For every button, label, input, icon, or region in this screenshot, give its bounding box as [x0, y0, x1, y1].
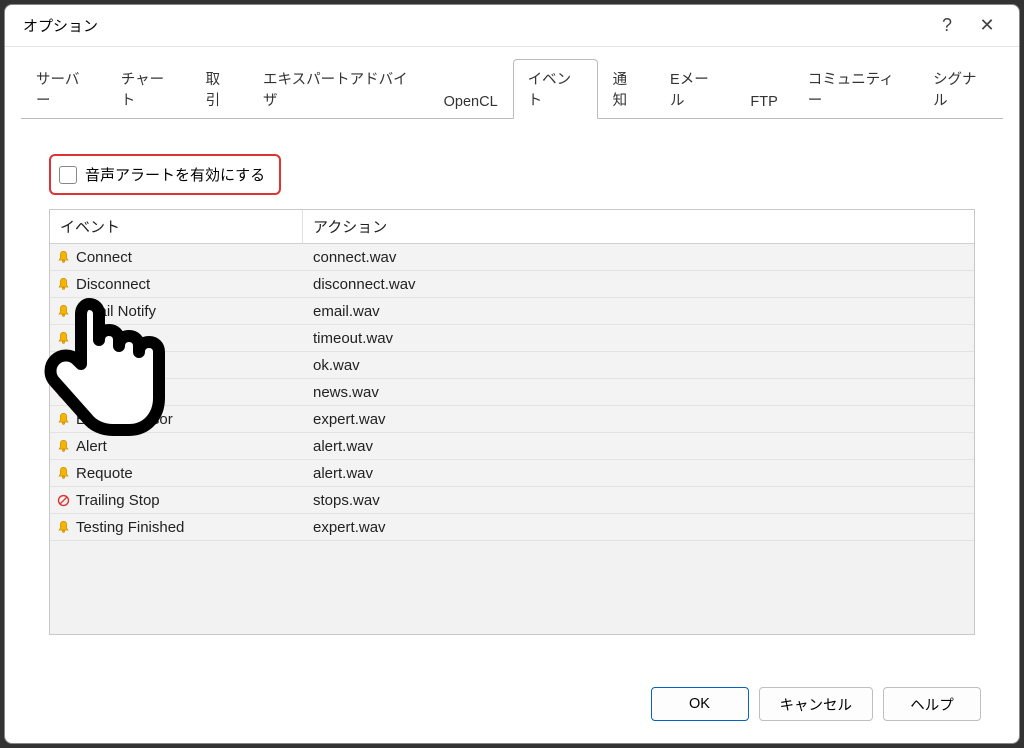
event-name: Alert — [76, 438, 303, 455]
table-row[interactable]: Okok.wav — [50, 352, 974, 379]
tab-community[interactable]: コミュニティー — [793, 59, 918, 118]
titlebar: オプション ? ✕ — [5, 5, 1019, 47]
bell-icon — [50, 358, 76, 373]
event-name: Requote — [76, 465, 303, 482]
tab-server[interactable]: サーバー — [21, 59, 106, 118]
cancel-button[interactable]: キャンセル — [759, 687, 874, 721]
table-row[interactable]: Newsnews.wav — [50, 379, 974, 406]
table-row[interactable]: Requotealert.wav — [50, 460, 974, 487]
action-file: alert.wav — [303, 465, 974, 482]
tab-expert-advisor[interactable]: エキスパートアドバイザ — [248, 59, 429, 118]
forbid-icon — [50, 493, 76, 508]
th-action[interactable]: アクション — [303, 210, 974, 243]
table-body: Connectconnect.wavDisconnectdisconnect.w… — [50, 244, 974, 634]
th-event[interactable]: イベント — [50, 210, 303, 243]
event-name: Timeout — [76, 330, 303, 347]
event-name: Trailing Stop — [76, 492, 303, 509]
tab-notify[interactable]: 通知 — [598, 59, 655, 118]
action-file: disconnect.wav — [303, 276, 974, 293]
tab-opencl[interactable]: OpenCL — [429, 85, 513, 118]
table-header: イベント アクション — [50, 210, 974, 244]
action-file: email.wav — [303, 303, 974, 320]
event-name: Expert Advisor — [76, 411, 303, 428]
footer-buttons: OK キャンセル ヘルプ — [5, 671, 1019, 743]
table-row[interactable]: Testing Finishedexpert.wav — [50, 514, 974, 541]
event-name: Disconnect — [76, 276, 303, 293]
bell-icon — [50, 439, 76, 454]
window-title: オプション — [17, 15, 927, 36]
action-file: connect.wav — [303, 249, 974, 266]
event-name: Connect — [76, 249, 303, 266]
table-row[interactable]: Trailing Stopstops.wav — [50, 487, 974, 514]
bell-icon — [50, 277, 76, 292]
help-button[interactable]: ヘルプ — [883, 687, 981, 721]
table-row[interactable]: Timeouttimeout.wav — [50, 325, 974, 352]
bell-icon — [50, 466, 76, 481]
tab-trade[interactable]: 取引 — [191, 59, 248, 118]
ok-button[interactable]: OK — [651, 687, 749, 721]
action-file: news.wav — [303, 384, 974, 401]
content-area: 音声アラートを有効にする イベント アクション Connectconnect.w… — [5, 120, 1019, 671]
tab-email[interactable]: Eメール — [655, 59, 735, 118]
checkbox-box[interactable] — [59, 166, 77, 184]
tab-chart[interactable]: チャート — [106, 59, 191, 118]
action-file: expert.wav — [303, 519, 974, 536]
tab-events[interactable]: イベント — [513, 59, 598, 119]
enable-sound-alerts-checkbox[interactable]: 音声アラートを有効にする — [49, 154, 281, 195]
help-icon[interactable]: ? — [927, 6, 967, 46]
action-file: alert.wav — [303, 438, 974, 455]
action-file: ok.wav — [303, 357, 974, 374]
tab-ftp[interactable]: FTP — [735, 85, 792, 118]
tabs: サーバー チャート 取引 エキスパートアドバイザ OpenCL イベント 通知 … — [5, 47, 1019, 119]
bell-icon — [50, 520, 76, 535]
action-file: expert.wav — [303, 411, 974, 428]
event-name: Testing Finished — [76, 519, 303, 536]
bell-icon — [50, 412, 76, 427]
tab-signal[interactable]: シグナル — [918, 59, 1003, 118]
table-row[interactable]: Alertalert.wav — [50, 433, 974, 460]
table-row[interactable]: Email Notifyemail.wav — [50, 298, 974, 325]
event-name: News — [76, 384, 303, 401]
bell-icon — [50, 331, 76, 346]
close-icon[interactable]: ✕ — [967, 6, 1007, 46]
table-row[interactable]: Connectconnect.wav — [50, 244, 974, 271]
options-dialog: オプション ? ✕ サーバー チャート 取引 エキスパートアドバイザ OpenC… — [4, 4, 1020, 744]
action-file: stops.wav — [303, 492, 974, 509]
events-table: イベント アクション Connectconnect.wavDisconnectd… — [49, 209, 975, 635]
event-name: Email Notify — [76, 303, 303, 320]
bell-icon — [50, 304, 76, 319]
table-row[interactable]: Disconnectdisconnect.wav — [50, 271, 974, 298]
table-row[interactable]: Expert Advisorexpert.wav — [50, 406, 974, 433]
event-name: Ok — [76, 357, 303, 374]
checkbox-label: 音声アラートを有効にする — [85, 164, 265, 185]
action-file: timeout.wav — [303, 330, 974, 347]
forbid-icon — [50, 385, 76, 400]
bell-icon — [50, 250, 76, 265]
